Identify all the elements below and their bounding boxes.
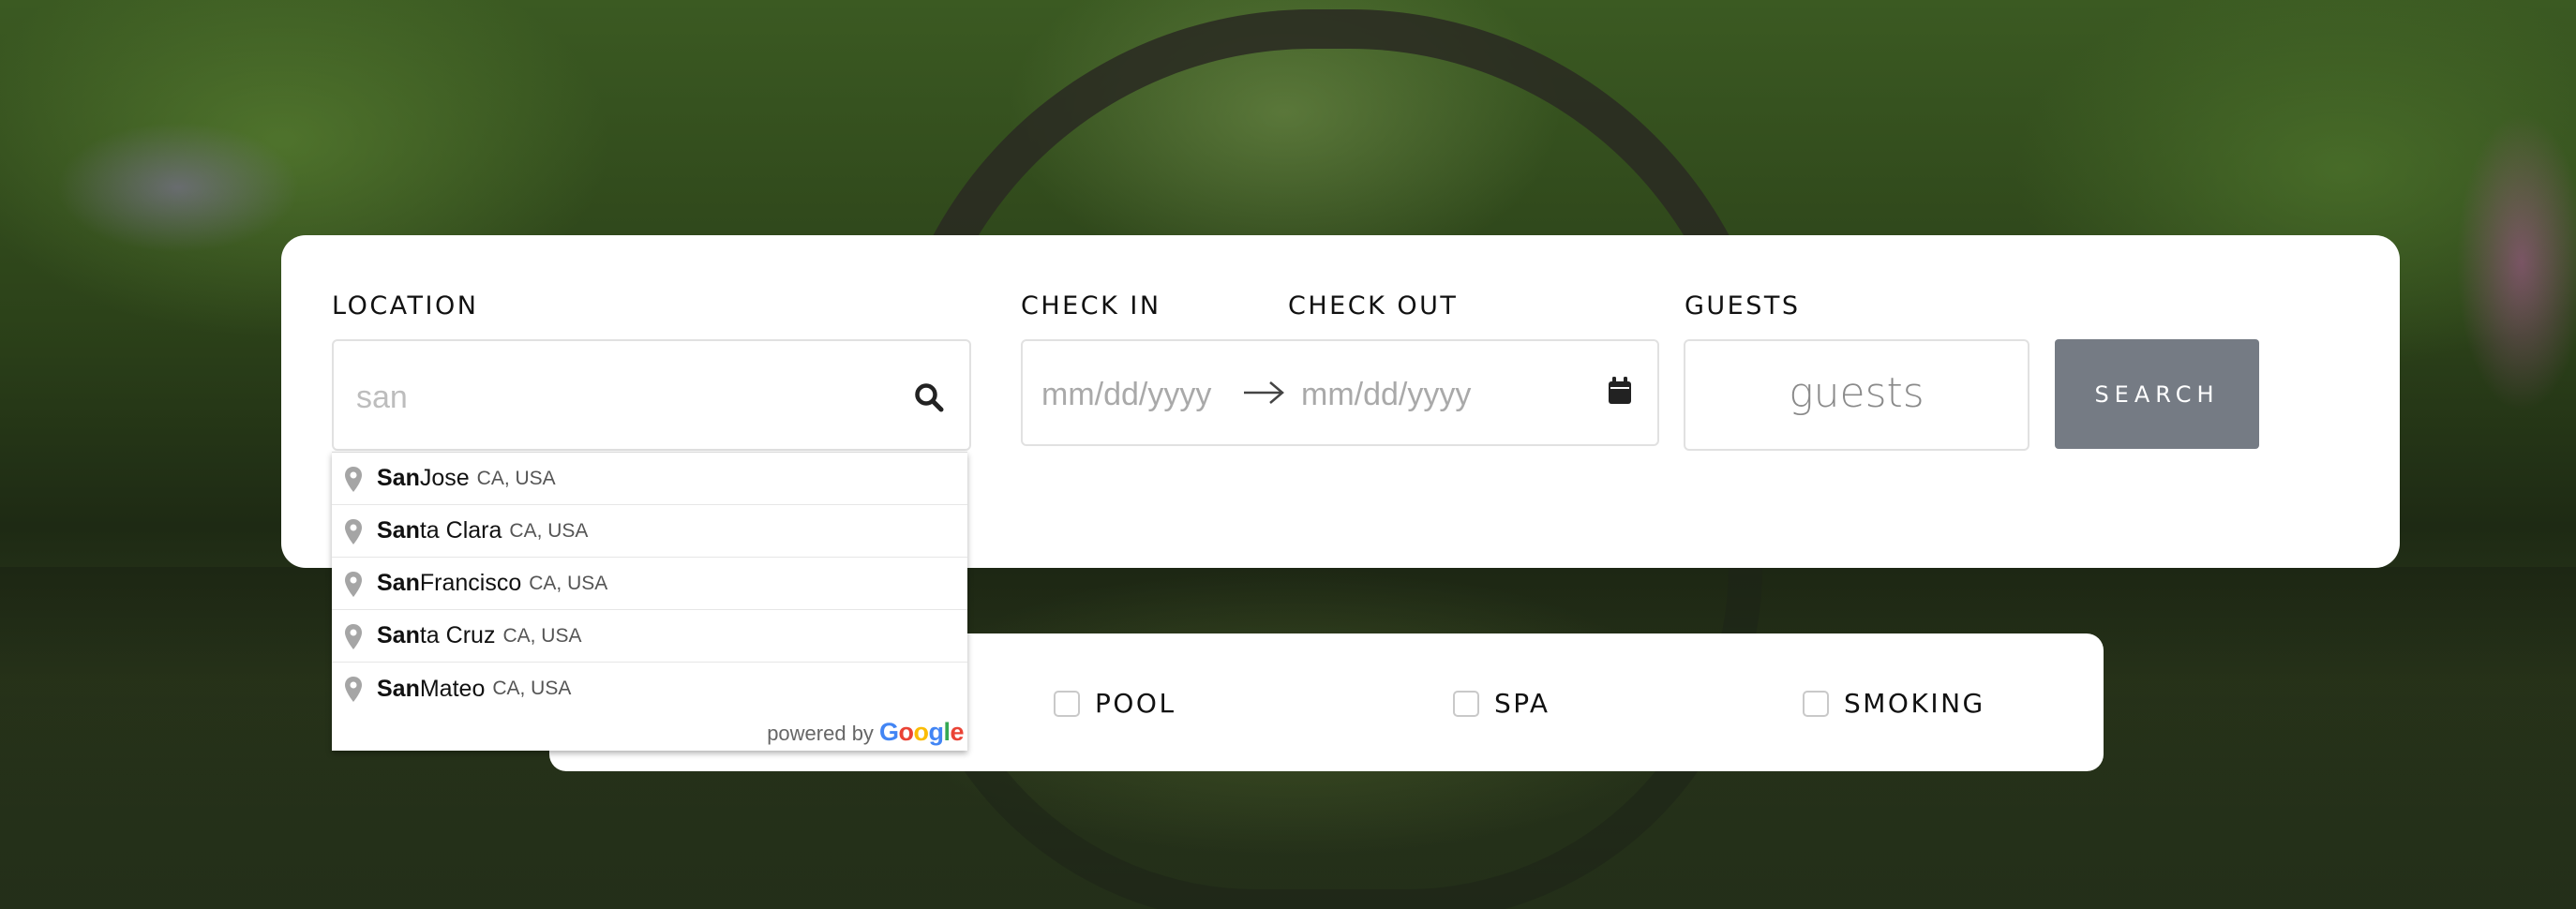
suggestion-item[interactable]: San Jose CA, USA	[332, 453, 967, 505]
suggestion-rest: Francisco	[419, 570, 522, 596]
location-input[interactable]	[354, 379, 883, 417]
suggestion-rest: Mateo	[419, 675, 486, 702]
amenity-smoking[interactable]: SMOKING	[1803, 688, 1985, 719]
suggestion-item[interactable]: San Francisco CA, USA	[332, 558, 967, 610]
map-pin-icon	[345, 572, 362, 597]
suggestion-item[interactable]: San Mateo CA, USA	[332, 663, 967, 715]
amenity-spa[interactable]: SPA	[1453, 688, 1550, 719]
suggestion-match: San	[377, 465, 420, 491]
suggestion-match: San	[377, 675, 420, 702]
guests-input[interactable]: guests	[1685, 369, 2028, 417]
smoking-label: SMOKING	[1844, 688, 1985, 719]
autocomplete-dropdown: San Jose CA, USA San ta Clara CA, USA San F…	[332, 452, 967, 751]
check-in-input[interactable]: mm/dd/yyyy	[1041, 377, 1211, 413]
check-in-label: CHECK IN	[1021, 291, 1161, 320]
map-pin-icon	[345, 677, 362, 702]
suggestion-secondary: CA, USA	[509, 519, 589, 542]
background-flowers-left	[56, 122, 300, 253]
suggestion-match: San	[377, 622, 420, 648]
location-field[interactable]	[332, 339, 971, 451]
smoking-checkbox[interactable]	[1803, 690, 1829, 717]
spa-checkbox[interactable]	[1453, 690, 1479, 717]
amenity-pool[interactable]: POOL	[1054, 688, 1176, 719]
background-flowers-right	[2456, 112, 2576, 412]
suggestion-rest: ta Clara	[419, 517, 502, 544]
location-label: LOCATION	[332, 291, 479, 320]
google-logo: Google	[878, 718, 965, 746]
check-out-label: CHECK OUT	[1288, 291, 1459, 320]
guests-label: GUESTS	[1685, 291, 1801, 320]
suggestion-item[interactable]: San ta Cruz CA, USA	[332, 610, 967, 663]
suggestion-secondary: CA, USA	[502, 624, 582, 647]
guests-field[interactable]: guests	[1684, 339, 2029, 451]
suggestion-match: San	[377, 517, 420, 544]
spa-label: SPA	[1494, 688, 1550, 719]
suggestion-secondary: CA, USA	[476, 467, 556, 489]
pool-label: POOL	[1095, 688, 1176, 719]
suggestion-item[interactable]: San ta Clara CA, USA	[332, 505, 967, 558]
search-icon[interactable]	[914, 382, 944, 412]
search-button[interactable]: SEARCH	[2055, 339, 2259, 449]
powered-by-text: powered by	[767, 722, 874, 745]
suggestion-rest: Jose	[419, 465, 470, 491]
map-pin-icon	[345, 624, 362, 649]
date-range-field[interactable]: mm/dd/yyyy mm/dd/yyyy	[1021, 339, 1659, 446]
suggestion-secondary: CA, USA	[529, 572, 608, 594]
map-pin-icon	[345, 467, 362, 492]
calendar-icon[interactable]	[1608, 377, 1632, 405]
arrow-right-icon	[1244, 381, 1284, 404]
suggestion-secondary: CA, USA	[492, 678, 572, 699]
suggestion-match: San	[377, 570, 420, 596]
check-out-input[interactable]: mm/dd/yyyy	[1301, 377, 1471, 413]
powered-by-google: powered by Google	[767, 718, 964, 747]
map-pin-icon	[345, 519, 362, 544]
suggestion-rest: ta Cruz	[419, 622, 496, 648]
pool-checkbox[interactable]	[1054, 690, 1080, 717]
